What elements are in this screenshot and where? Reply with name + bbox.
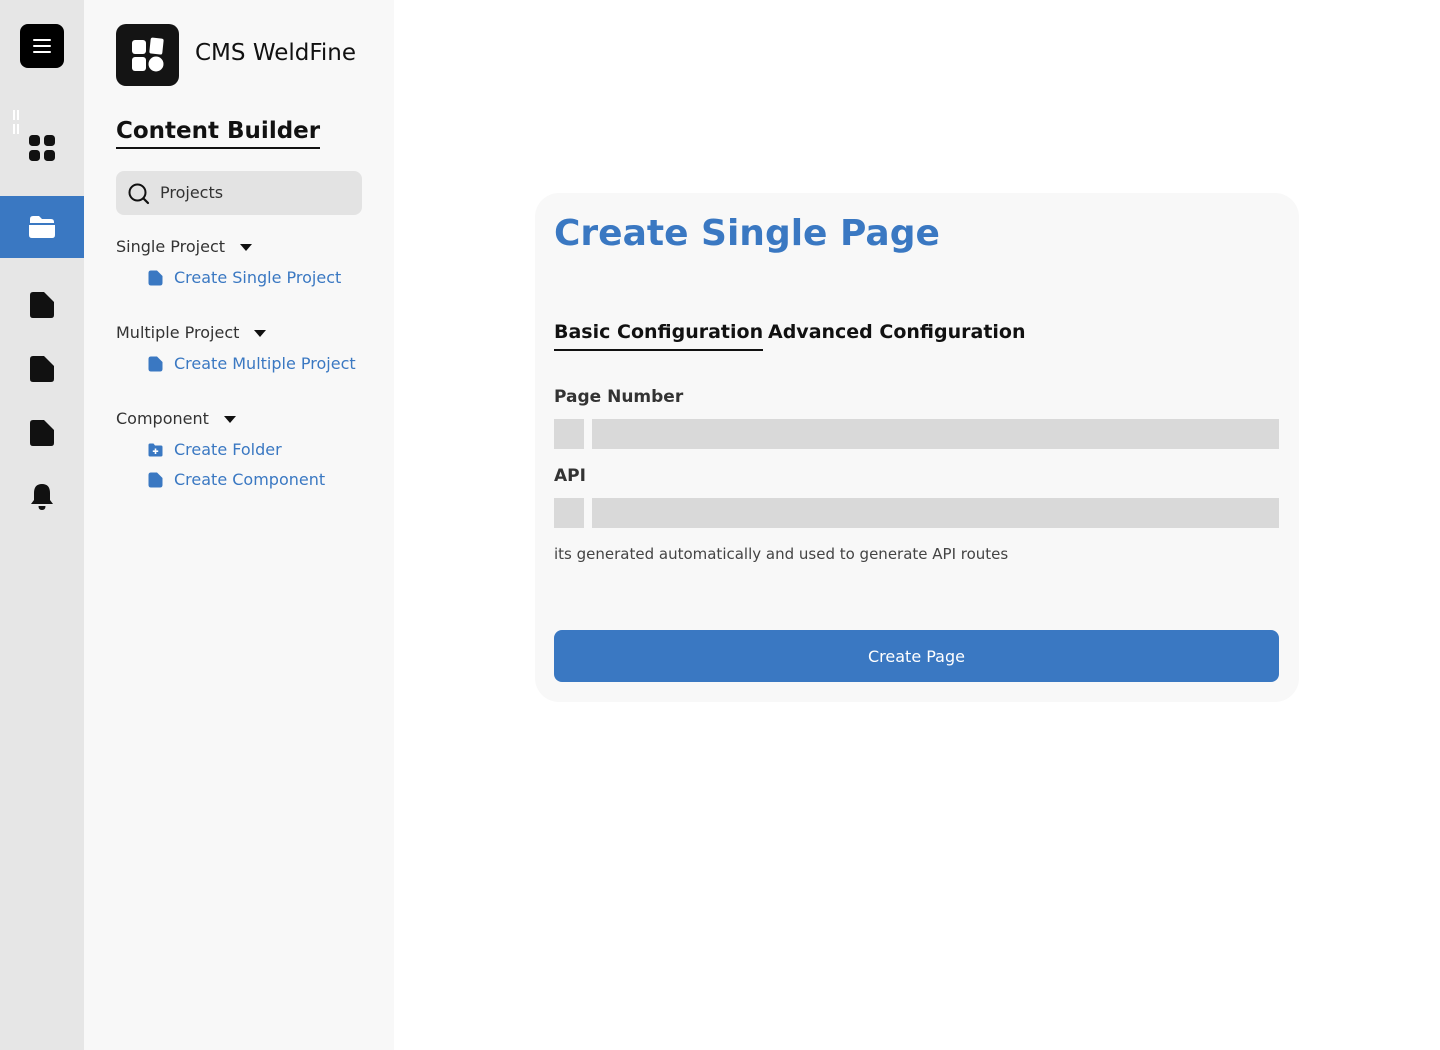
file-icon [148,270,163,285]
dashboard-icon [29,135,55,161]
create-page-button[interactable]: Create Page [554,630,1279,682]
brand-name: CMS WeldFine [195,40,357,66]
brand-logo [116,24,179,86]
page-number-label: Page Number [554,387,684,407]
rail-item-files[interactable] [0,402,84,464]
api-label: API [554,466,586,486]
hamburger-icon-line [33,45,51,47]
api-hint-text: its generated automatically and used to … [554,545,1009,563]
hamburger-icon-line [33,51,51,53]
link-create-component[interactable]: Create Component [148,470,325,489]
rail-item-dashboard[interactable] [0,117,84,179]
bell-icon [31,484,53,510]
page-number-prefix [554,419,584,449]
rail-item-notifications[interactable] [0,466,84,528]
file-icon [148,472,163,487]
link-label: Create Component [174,470,326,489]
caret-down-icon [240,244,253,251]
menu-toggle-button[interactable] [20,24,64,68]
hamburger-icon [33,39,51,41]
group-component[interactable]: Component [116,409,236,428]
search-input[interactable]: Projects [116,171,362,215]
api-prefix [554,498,584,528]
file-icon [148,356,163,371]
folder-plus-icon [148,443,163,456]
group-label: Component [116,409,209,428]
search-icon [128,183,150,205]
link-create-single-project[interactable]: Create Single Project [148,268,341,287]
group-multiple-project[interactable]: Multiple Project [116,323,267,342]
link-create-multiple-project[interactable]: Create Multiple Project [148,354,356,373]
link-label: Create Folder [174,440,282,459]
file-icon [30,356,54,382]
group-label: Multiple Project [116,323,240,342]
logo-icon [132,37,164,72]
rail-item-projects[interactable] [0,196,84,258]
rail-item-documents[interactable] [0,338,84,400]
file-icon [30,292,54,318]
icon-rail [0,0,84,1050]
caret-down-icon [254,330,267,337]
page-title: Create Single Page [554,213,940,254]
link-create-folder[interactable]: Create Folder [148,440,282,459]
rail-item-pages[interactable] [0,274,84,336]
tab-advanced-configuration[interactable]: Advanced Configuration [768,321,1026,349]
caret-down-icon [223,416,236,423]
page-number-field[interactable] [592,419,1279,449]
file-icon [30,420,54,446]
link-label: Create Single Project [174,268,342,287]
section-title: Content Builder [116,118,321,149]
search-placeholder: Projects [160,183,224,202]
sidebar: CMS WeldFine Content Builder Projects Si… [84,0,394,1050]
group-label: Single Project [116,237,226,256]
folder-open-icon [29,216,55,238]
group-single-project[interactable]: Single Project [116,237,253,256]
create-page-card: Create Single Page Basic Configuration A… [535,193,1299,702]
tab-basic-configuration[interactable]: Basic Configuration [554,321,764,351]
api-field[interactable] [592,498,1279,528]
link-label: Create Multiple Project [174,354,356,373]
